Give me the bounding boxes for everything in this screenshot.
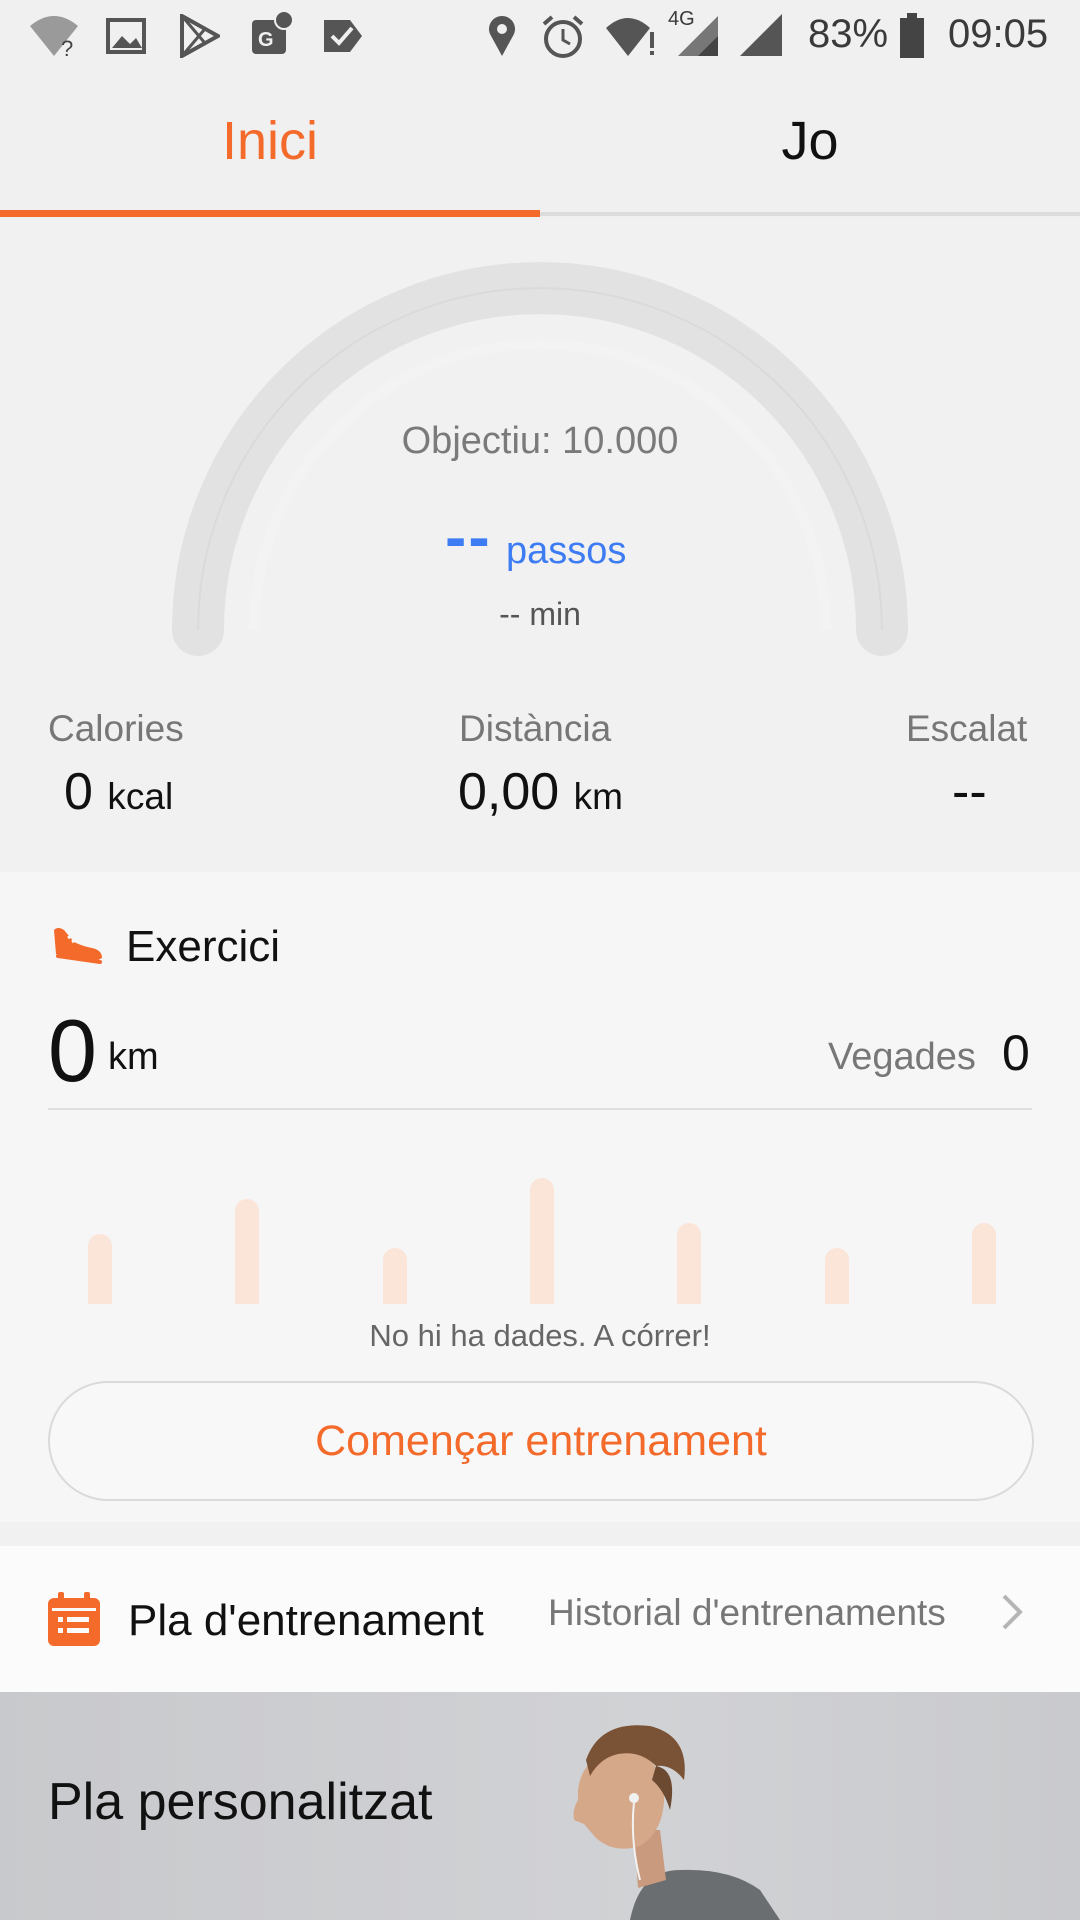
steps-count: -- — [445, 501, 492, 573]
alarm-icon — [542, 15, 584, 58]
start-workout-button[interactable]: Començar entrenament — [48, 1381, 1034, 1501]
svg-text:G: G — [258, 29, 274, 51]
active-minutes: -- min — [499, 596, 581, 632]
exercise-divider — [48, 1108, 1032, 1110]
steps-unit: passos — [506, 530, 627, 572]
calories-unit: kcal — [107, 776, 174, 817]
network-type-label: 4G — [668, 8, 695, 30]
location-icon — [489, 16, 515, 56]
exercise-placeholder-bar — [825, 1248, 849, 1304]
floors-value: -- — [952, 763, 987, 821]
clock: 09:05 — [948, 12, 1049, 56]
steps-goal: Objectiu: 10.000 — [401, 420, 679, 462]
runner-photo — [573, 1725, 780, 1920]
exercise-placeholder-chart — [48, 1164, 1032, 1304]
tab-inici[interactable]: Inici — [0, 110, 540, 172]
tab-bar: Inici Jo — [0, 72, 1080, 220]
wifi-icon — [606, 18, 654, 56]
exercise-placeholder-bar — [530, 1178, 554, 1304]
play-store-icon — [180, 14, 220, 58]
exercise-title: Exercici — [126, 922, 281, 971]
exercise-placeholder-bar — [235, 1199, 259, 1304]
exercise-placeholder-bar — [383, 1248, 407, 1304]
distance-unit: km — [573, 776, 623, 817]
workout-history-link[interactable]: Historial d'entrenaments — [548, 1592, 946, 1634]
distance-value: 0,00 — [458, 763, 560, 821]
svg-text:?: ? — [61, 36, 73, 58]
signal-icon — [740, 14, 782, 56]
image-icon — [106, 18, 146, 54]
exercise-placeholder-bar — [677, 1223, 701, 1304]
calories-value-group: 0 kcal — [64, 762, 173, 822]
status-bar: ? G 4G 83% 09:05 — [0, 0, 1080, 72]
maps-icon: G — [252, 10, 294, 54]
calories-value: 0 — [64, 763, 93, 821]
wifi-unknown-icon: ? — [30, 16, 78, 58]
tasks-icon — [324, 20, 362, 52]
exercise-distance-unit: km — [108, 1036, 159, 1078]
chevron-right-icon[interactable] — [1000, 1592, 1026, 1632]
exercise-distance-value: 0 — [48, 1001, 97, 1100]
battery-icon — [900, 13, 924, 58]
distance-label: Distància — [459, 708, 612, 749]
tab-active-indicator — [0, 210, 540, 217]
exercise-empty-message: No hi ha dades. A córrer! — [369, 1318, 711, 1353]
distance-value-group: 0,00 km — [458, 762, 623, 822]
floors-label: Escalat — [906, 708, 1028, 749]
personalized-plan-title: Pla personalitzat — [48, 1773, 433, 1831]
calories-label: Calories — [48, 708, 184, 749]
training-plan-title[interactable]: Pla d'entrenament — [128, 1596, 484, 1646]
calendar-icon — [48, 1592, 100, 1646]
exercise-placeholder-bar — [972, 1223, 996, 1304]
exercise-placeholder-bar — [88, 1234, 112, 1304]
exercise-times-value: 0 — [1002, 1025, 1030, 1081]
shoe-icon — [54, 928, 102, 964]
exercise-times-label: Vegades — [828, 1036, 976, 1078]
tab-jo[interactable]: Jo — [540, 110, 1080, 172]
battery-percent: 83% — [808, 12, 889, 56]
